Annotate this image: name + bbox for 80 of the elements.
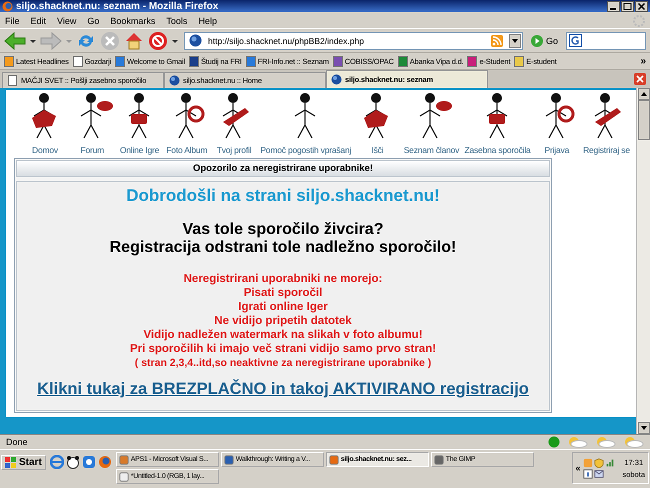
welcome-heading: Dobrodošli na strani siljo.shacknet.nu!: [126, 186, 440, 206]
windows-logo-icon[interactable]: [5, 457, 17, 468]
start-button[interactable]: Start: [1, 455, 46, 470]
address-field[interactable]: http://siljo.shacknet.nu/phpBB2/index.php: [184, 32, 523, 50]
scrollbar[interactable]: [636, 88, 650, 434]
notice-text: Pisati sporočil: [242, 286, 324, 300]
page-icon[interactable]: [72, 56, 83, 66]
notice-note: ( stran 2,3,4..itd,so neaktivne za neregistrirane uporabnike ): [134, 356, 432, 370]
firefox-icon[interactable]: [2, 0, 13, 12]
notice-text: Ne vidijo pripetih datotek: [213, 314, 353, 328]
app-icon[interactable]: [434, 454, 444, 464]
page-icon[interactable]: [514, 56, 524, 66]
nav-link[interactable]: Zasebna sporočila: [464, 92, 531, 155]
globe-icon[interactable]: [189, 34, 202, 47]
rss-icon[interactable]: [490, 34, 503, 46]
app-icon[interactable]: [118, 472, 129, 482]
menu-item[interactable]: Go: [87, 16, 100, 26]
menu-item[interactable]: File: [5, 16, 20, 26]
info-icon[interactable]: [583, 468, 594, 478]
app-icon[interactable]: [118, 454, 129, 464]
nav-link[interactable]: Forum: [71, 92, 114, 155]
nav-link[interactable]: Foto Album: [166, 92, 208, 155]
home-icon[interactable]: [124, 30, 144, 50]
google-icon[interactable]: [569, 34, 583, 47]
back-arrow-icon[interactable]: [4, 32, 26, 50]
app-icon[interactable]: [82, 455, 96, 469]
scroll-down-button[interactable]: [638, 422, 650, 434]
window-title: siljo.shacknet.nu: seznam - Mozilla Firefox: [16, 0, 220, 12]
close-tab-button[interactable]: [634, 73, 646, 85]
nav-link[interactable]: Seznam članov: [404, 92, 460, 155]
page-icon[interactable]: [115, 56, 125, 66]
scroll-up-button[interactable]: [638, 88, 650, 100]
nav-link[interactable]: Online Igre: [118, 92, 161, 155]
nav-link[interactable]: Išči: [356, 92, 398, 155]
notice-text: Vas tole sporočilo živcira?: [182, 221, 384, 239]
globe-icon[interactable]: [331, 74, 342, 85]
notice-text: Igrati online Iger: [237, 300, 329, 314]
app-icon[interactable]: [328, 454, 339, 464]
status-text: Done: [6, 437, 28, 447]
notice-text: Neregistrirani uporabniki ne morejo:: [182, 272, 384, 286]
notice-text: Pri sporočilih ki imajo več strani vidijo samo prvo stran!: [130, 342, 436, 356]
app-icon[interactable]: [224, 454, 234, 464]
nav-link[interactable]: Prijava: [536, 92, 578, 155]
globe-icon[interactable]: [169, 75, 180, 86]
search-field[interactable]: [566, 32, 646, 50]
register-link[interactable]: Klikni tukaj za BREZPLAČNO in takoj AKTIVIRANO registracijo: [37, 380, 529, 399]
page-icon[interactable]: [398, 56, 408, 66]
page-icon[interactable]: [332, 56, 343, 66]
firefox-icon[interactable]: [98, 455, 112, 469]
status-dot-icon[interactable]: [548, 436, 560, 448]
minimize-button[interactable]: [607, 0, 620, 12]
menu-item[interactable]: Edit: [30, 16, 46, 26]
notice-text: Registracija odstrani tole nadležno sporočilo!: [110, 239, 456, 257]
nav-link[interactable]: Tvoj profil: [213, 92, 256, 155]
page-icon[interactable]: [246, 56, 256, 66]
mail-icon[interactable]: [594, 468, 604, 478]
notice-text: Vidijo nadležen watermark na slikah v foto albumu!: [142, 328, 424, 342]
nav-link[interactable]: Pomoč pogostih vprašanj: [260, 92, 352, 155]
scroll-thumb[interactable]: [638, 100, 650, 140]
go-button[interactable]: Go: [530, 34, 558, 46]
nav-link[interactable]: Domov: [24, 92, 66, 155]
overflow-chevron[interactable]: »: [640, 56, 646, 66]
expand-tray-button[interactable]: «: [575, 463, 580, 473]
close-button[interactable]: [635, 0, 648, 12]
network-icon[interactable]: [605, 458, 616, 468]
menu-item[interactable]: Help: [198, 16, 217, 26]
panda-icon[interactable]: [66, 455, 80, 469]
nav-link[interactable]: Registriraj se: [583, 92, 630, 155]
menu-item[interactable]: Bookmarks: [110, 16, 156, 26]
menu-item[interactable]: View: [57, 16, 76, 26]
dropdown-button[interactable]: [508, 34, 521, 48]
page-icon[interactable]: [7, 75, 18, 86]
play-icon[interactable]: [530, 34, 543, 46]
page-icon[interactable]: [467, 56, 478, 66]
notice-header: Opozorilo za neregistrirane uporabnike!: [16, 160, 550, 177]
block-icon[interactable]: [148, 30, 168, 50]
maximize-button[interactable]: [621, 0, 634, 12]
page-icon[interactable]: [188, 56, 199, 66]
page-icon[interactable]: [4, 56, 14, 66]
menu-item[interactable]: Tools: [166, 16, 188, 26]
